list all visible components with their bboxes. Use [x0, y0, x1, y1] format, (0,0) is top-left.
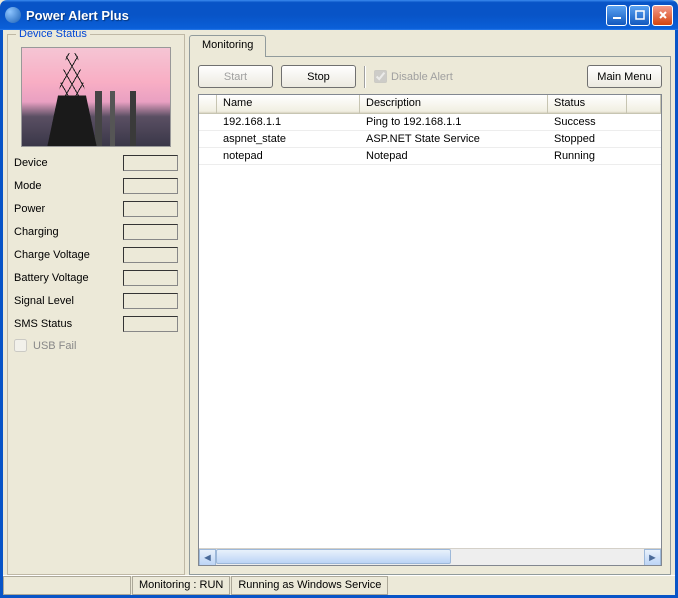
grid-horizontal-scrollbar[interactable]: ◄ ► [199, 548, 661, 565]
cell-status: Stopped [548, 133, 627, 145]
device-label: Device [14, 157, 123, 169]
status-bar: Monitoring : RUN Running as Windows Serv… [3, 575, 675, 595]
status-cell-service: Running as Windows Service [231, 576, 388, 595]
table-row[interactable]: notepadNotepadRunning [199, 148, 661, 165]
device-status-image [21, 47, 171, 147]
sms-status-value [123, 316, 178, 332]
cell-description: Notepad [360, 150, 548, 162]
cell-status: Running [548, 150, 627, 162]
sms-status-label: SMS Status [14, 318, 123, 330]
start-button: Start [198, 65, 273, 88]
device-value [123, 155, 178, 171]
mode-value [123, 178, 178, 194]
charging-value [123, 224, 178, 240]
window-title: Power Alert Plus [26, 8, 606, 23]
cell-name: 192.168.1.1 [217, 116, 360, 128]
monitoring-grid[interactable]: Name Description Status 192.168.1.1Ping … [198, 94, 662, 566]
grid-header-row: Name Description Status [199, 95, 661, 114]
status-cell-monitoring: Monitoring : RUN [132, 576, 230, 595]
toolbar-separator [364, 66, 366, 88]
cell-name: aspnet_state [217, 133, 360, 145]
grid-header-spacer [627, 95, 661, 113]
usb-fail-checkbox [14, 339, 27, 352]
titlebar[interactable]: Power Alert Plus [0, 0, 678, 30]
cell-description: Ping to 192.168.1.1 [360, 116, 548, 128]
maximize-button[interactable] [629, 5, 650, 26]
app-icon [5, 7, 21, 23]
grid-header-description[interactable]: Description [360, 95, 548, 113]
disable-alert-label: Disable Alert [391, 71, 453, 83]
device-status-legend: Device Status [16, 30, 90, 40]
grid-header-name[interactable]: Name [217, 95, 360, 113]
scroll-left-button[interactable]: ◄ [199, 549, 216, 566]
grid-header-status[interactable]: Status [548, 95, 627, 113]
cell-status: Success [548, 116, 627, 128]
charge-voltage-value [123, 247, 178, 263]
battery-voltage-value [123, 270, 178, 286]
monitoring-toolbar: Start Stop Disable Alert Main Menu [198, 65, 662, 88]
main-menu-button[interactable]: Main Menu [587, 65, 662, 88]
close-button[interactable] [652, 5, 673, 26]
scroll-thumb[interactable] [216, 549, 451, 564]
device-status-panel: Device Status Device Mode Power Charging… [7, 34, 185, 575]
table-row[interactable]: 192.168.1.1Ping to 192.168.1.1Success [199, 114, 661, 131]
tab-monitoring[interactable]: Monitoring [189, 35, 266, 57]
tab-content-monitoring: Start Stop Disable Alert Main Menu Name … [189, 56, 671, 575]
mode-label: Mode [14, 180, 123, 192]
disable-alert-checkbox [374, 70, 387, 83]
disable-alert-control: Disable Alert [374, 70, 453, 83]
signal-level-label: Signal Level [14, 295, 123, 307]
stop-button[interactable]: Stop [281, 65, 356, 88]
tab-strip: Monitoring [189, 34, 671, 56]
signal-level-value [123, 293, 178, 309]
charge-voltage-label: Charge Voltage [14, 249, 123, 261]
power-label: Power [14, 203, 123, 215]
power-value [123, 201, 178, 217]
cell-name: notepad [217, 150, 360, 162]
scroll-right-button[interactable]: ► [644, 549, 661, 566]
table-row[interactable]: aspnet_stateASP.NET State ServiceStopped [199, 131, 661, 148]
status-cell-blank [3, 576, 131, 595]
cell-description: ASP.NET State Service [360, 133, 548, 145]
battery-voltage-label: Battery Voltage [14, 272, 123, 284]
minimize-button[interactable] [606, 5, 627, 26]
charging-label: Charging [14, 226, 123, 238]
grid-header-gutter[interactable] [199, 95, 217, 113]
usb-fail-label: USB Fail [33, 340, 76, 352]
